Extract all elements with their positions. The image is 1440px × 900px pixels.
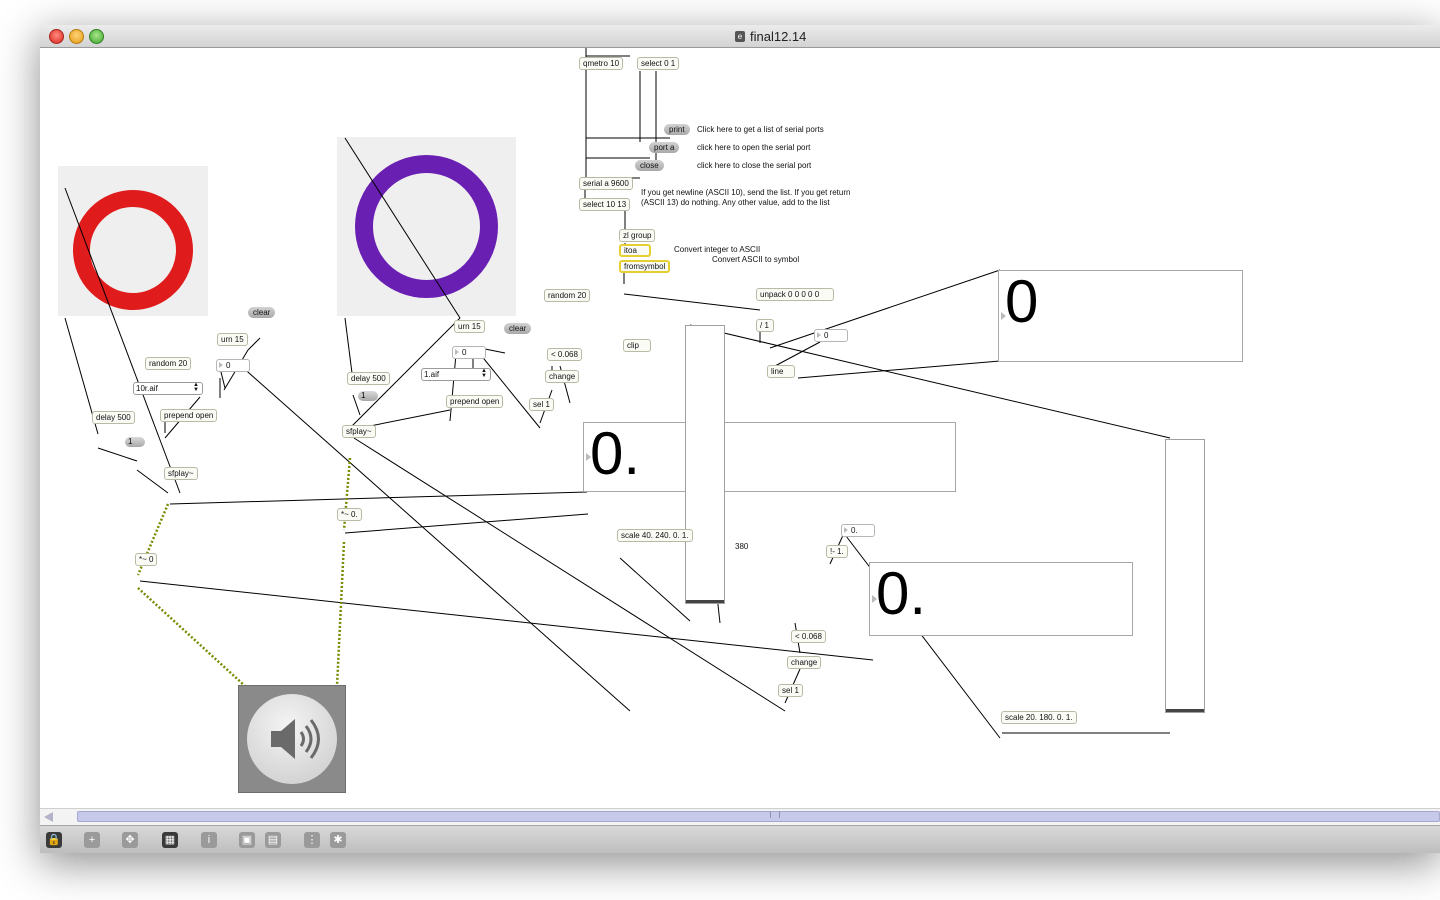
number-box-small[interactable]: 0. <box>841 524 875 537</box>
umenu-mid[interactable]: 1.aif ▲ ▼ <box>421 368 491 381</box>
presentation-icon[interactable]: ▦ <box>162 832 178 848</box>
sfplay-mid-object[interactable]: sfplay~ <box>342 425 376 438</box>
prepend-mid-object[interactable]: prepend open <box>446 395 504 408</box>
patcher-toolbar: 🔒 + ✥ ▦ i ▣ ▤ ⋮ ✱ <box>40 825 1440 853</box>
urn-15-left-object[interactable]: urn 15 <box>217 333 248 346</box>
scroll-grip-icon <box>770 811 780 818</box>
multiply-left-object[interactable]: *~ 0 <box>135 553 158 566</box>
snap-icon[interactable]: ▤ <box>265 832 281 848</box>
random-20-top-object[interactable]: random 20 <box>544 289 591 302</box>
slider-right-knob[interactable] <box>1166 709 1204 712</box>
dac-speaker[interactable] <box>238 685 346 793</box>
patcher-canvas[interactable]: qmetro 10 select 0 1 print Click here to… <box>40 48 1440 808</box>
grid-icon[interactable]: ▣ <box>239 832 255 848</box>
patcher-window: e final12.14 qmetro 10 select 0 1 print … <box>40 25 1440 853</box>
window-title: final12.14 <box>750 28 807 44</box>
umenu-mid-value: 1.aif <box>424 370 440 379</box>
document-icon: e <box>735 30 745 42</box>
scroll-left-icon[interactable] <box>44 812 53 822</box>
slider-middle[interactable] <box>685 325 725 604</box>
umenu-left-arrows-icon: ▲ ▼ <box>193 382 199 393</box>
clear-mid-message[interactable]: clear <box>504 323 532 334</box>
less-than-bottom-object[interactable]: < 0.068 <box>791 630 826 643</box>
big-number-right-triangle-icon <box>1001 312 1006 320</box>
title-bar: e final12.14 <box>40 25 1440 48</box>
qmetro-object[interactable]: qmetro 10 <box>579 57 624 70</box>
big-number-bottom-value: 0. <box>876 560 927 627</box>
horizontal-scrollbar[interactable] <box>40 808 1440 825</box>
value-380-comment: 380 <box>735 542 749 551</box>
sel-1-top-object[interactable]: sel 1 <box>529 398 554 411</box>
select-0-1-object[interactable]: select 0 1 <box>637 57 680 70</box>
minimize-window-button[interactable] <box>69 29 84 44</box>
close-window-button[interactable] <box>49 29 64 44</box>
bang-left-message[interactable]: 1 <box>125 437 145 447</box>
zoom-window-button[interactable] <box>89 29 104 44</box>
scale-40-object[interactable]: scale 40. 240. 0. 1. <box>617 529 693 542</box>
big-number-bottom-triangle-icon <box>872 595 877 603</box>
number-box-mid[interactable]: 0 <box>452 346 486 359</box>
change-bottom-object[interactable]: change <box>787 656 822 669</box>
speaker-icon <box>271 719 320 759</box>
serial-object[interactable]: serial a 9600 <box>579 177 633 190</box>
big-number-mid-value: 0. <box>590 420 641 487</box>
grid-toggle-icon[interactable]: ⋮ <box>304 832 320 848</box>
lock-icon[interactable]: 🔒 <box>46 832 62 848</box>
divide-object[interactable]: / 1 <box>756 319 774 332</box>
big-number-mid[interactable]: 0. <box>583 422 956 492</box>
newline-comment: If you get newline (ASCII 10), send the … <box>641 188 851 207</box>
scroll-thumb[interactable] <box>77 811 1440 822</box>
select-10-13-object[interactable]: select 10 13 <box>579 198 631 211</box>
number-box-left[interactable]: 0 <box>216 359 250 372</box>
close-message[interactable]: close <box>635 160 664 171</box>
sel-1-bottom-object[interactable]: sel 1 <box>778 684 803 697</box>
clear-left-message[interactable]: clear <box>248 307 276 318</box>
itoa-comment: Convert integer to ASCII <box>674 245 761 254</box>
slider-middle-knob[interactable] <box>686 600 724 603</box>
port-comment: click here to open the serial port <box>697 143 811 152</box>
number-box-right[interactable]: 0 <box>814 329 848 342</box>
itoa-object[interactable]: itoa <box>619 244 651 257</box>
prepend-left-object[interactable]: prepend open <box>160 409 218 422</box>
close-comment: click here to close the serial port <box>697 161 812 170</box>
print-comment: Click here to get a list of serial ports <box>697 125 824 134</box>
umenu-left-value: 10r.aif <box>136 384 158 393</box>
big-number-bottom[interactable]: 0. <box>869 562 1133 636</box>
print-message[interactable]: print <box>664 124 690 135</box>
line-object[interactable]: line <box>767 365 795 378</box>
plus-icon[interactable]: + <box>84 832 100 848</box>
random-20-left-object[interactable]: random 20 <box>145 357 192 370</box>
big-number-mid-triangle-icon <box>586 453 591 461</box>
delay-500-mid-object[interactable]: delay 500 <box>347 372 390 385</box>
umenu-arrows-icon: ▲ ▼ <box>481 368 487 379</box>
slider-right[interactable] <box>1165 439 1205 713</box>
subtract-object[interactable]: !- 1. <box>826 545 848 558</box>
info-icon[interactable]: i <box>201 832 217 848</box>
bang-mid-message[interactable]: 1 <box>358 391 378 401</box>
window-title-group: e final12.14 <box>735 28 806 44</box>
change-top-object[interactable]: change <box>545 370 580 383</box>
scale-20-object[interactable]: scale 20. 180. 0. 1. <box>1001 711 1077 724</box>
fromsymbol-object[interactable]: fromsymbol <box>619 260 671 273</box>
fix-icon[interactable]: ✱ <box>330 832 346 848</box>
move-icon[interactable]: ✥ <box>122 832 138 848</box>
unpack-object[interactable]: unpack 0 0 0 0 0 <box>756 288 834 301</box>
multiply-mid-object[interactable]: *~ 0. <box>337 508 362 521</box>
urn-15-mid-object[interactable]: urn 15 <box>454 320 485 333</box>
big-number-right-value: 0 <box>1005 268 1039 335</box>
big-number-right[interactable]: 0 <box>998 270 1243 362</box>
sfplay-left-object[interactable]: sfplay~ <box>164 467 198 480</box>
port-a-message[interactable]: port a <box>649 142 680 153</box>
less-than-top-object[interactable]: < 0.068 <box>547 348 582 361</box>
speaker-disc <box>247 694 337 784</box>
umenu-left[interactable]: 10r.aif ▲ ▼ <box>133 382 203 395</box>
zl-group-object[interactable]: zl group <box>619 229 656 242</box>
fromsymbol-comment: Convert ASCII to symbol <box>712 255 800 264</box>
clip-object[interactable]: clip <box>623 339 651 352</box>
delay-500-left-object[interactable]: delay 500 <box>92 411 135 424</box>
